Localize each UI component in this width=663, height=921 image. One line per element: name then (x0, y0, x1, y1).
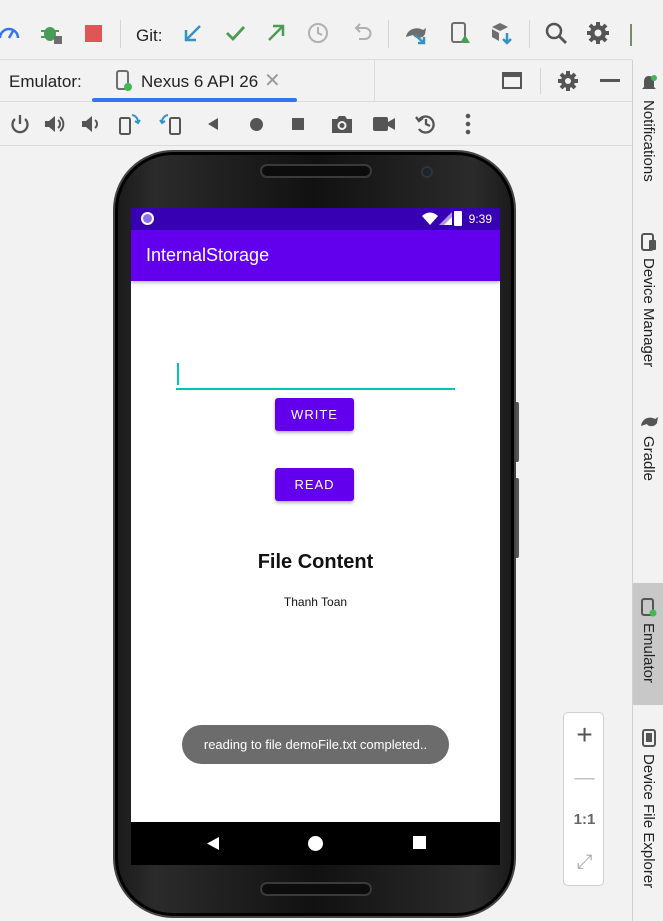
tool-label: Emulator (640, 623, 657, 684)
volume-down-icon[interactable] (78, 111, 104, 137)
device-screen[interactable]: 9:39 InternalStorage WRITE READ File Con… (131, 208, 500, 865)
notification-dot-icon (141, 212, 154, 225)
file-content-text: Thanh Toan (283, 595, 348, 609)
file-content-title: File Content (257, 551, 374, 573)
tool-gradle[interactable]: Gradle (633, 412, 663, 481)
right-tool-strip: Notifications Device Manager Gradle Emul… (632, 60, 663, 921)
tool-label: Gradle (640, 436, 657, 482)
device-file-explorer-icon (641, 729, 656, 747)
tab-nexus-6[interactable]: Nexus 6 API 26 ✕ (92, 60, 297, 102)
nav-overview-icon[interactable] (413, 836, 426, 849)
home-icon[interactable] (243, 111, 269, 137)
screenshot-icon[interactable] (329, 111, 355, 137)
close-icon[interactable]: ✕ (264, 68, 281, 93)
git-commit-icon[interactable] (222, 20, 248, 46)
tool-notifications[interactable]: Notifications (633, 74, 663, 182)
tool-device-manager[interactable]: Device Manager (633, 232, 663, 367)
zoom-in-button[interactable]: + (564, 719, 605, 751)
file-text-input[interactable] (176, 360, 455, 390)
history-icon[interactable] (305, 20, 331, 46)
tool-device-file-explorer[interactable]: Device File Explorer (633, 728, 663, 888)
gear-icon[interactable] (556, 69, 580, 98)
android-nav-bar (131, 822, 500, 865)
toolbar-separator (120, 20, 121, 48)
debug-icon[interactable] (38, 20, 64, 46)
toolbar-separator (529, 20, 530, 48)
rotate-right-icon[interactable] (158, 111, 184, 137)
device-manager-icon (640, 233, 656, 251)
gradle-sync-icon[interactable] (403, 20, 429, 46)
tool-label: Device File Explorer (640, 754, 657, 889)
zoom-out-button[interactable]: — (564, 767, 605, 790)
toast-message: reading to file demoFile.txt completed.. (182, 725, 449, 764)
avatar[interactable] (630, 24, 632, 46)
app-bar: InternalStorage (131, 230, 500, 281)
overview-icon[interactable] (285, 111, 311, 137)
emulator-controls (0, 102, 632, 146)
signal-icon (439, 212, 452, 230)
stop-icon[interactable] (80, 20, 106, 46)
window-layout-icon[interactable] (501, 71, 523, 96)
status-time: 9:39 (468, 212, 492, 226)
zoom-fit-button[interactable]: ⤢ (564, 851, 605, 874)
emulator-tab-bar: Emulator: Nexus 6 API 26 ✕ (0, 60, 632, 102)
tab-label: Nexus 6 API 26 (141, 72, 259, 91)
speaker-top (260, 164, 372, 178)
zoom-controls: + — 1:1 ⤢ (563, 712, 604, 886)
device-manager-icon[interactable] (447, 20, 473, 46)
volume-up-icon[interactable] (42, 111, 68, 137)
emulator-icon (640, 598, 656, 617)
git-label: Git: (136, 26, 163, 45)
nav-back-icon[interactable] (206, 836, 220, 856)
git-push-icon[interactable] (263, 20, 289, 46)
snapshot-icon[interactable] (413, 111, 439, 137)
app-title: InternalStorage (146, 245, 270, 265)
tab-divider (374, 60, 375, 102)
rotate-left-icon[interactable] (116, 111, 142, 137)
zoom-actual-size-button[interactable]: 1:1 (564, 811, 605, 828)
text-cursor (177, 363, 179, 385)
gradle-icon (640, 417, 658, 427)
power-icon[interactable] (7, 111, 33, 137)
toolbar-separator (388, 20, 389, 48)
tool-label: Device Manager (640, 258, 657, 368)
more-icon[interactable] (455, 111, 481, 137)
bell-icon (641, 75, 657, 89)
nav-home-icon[interactable] (308, 836, 323, 851)
read-button[interactable]: READ (275, 468, 354, 501)
write-button[interactable]: WRITE (275, 398, 354, 431)
settings-icon[interactable] (585, 20, 611, 46)
record-icon[interactable] (371, 111, 397, 137)
git-update-icon[interactable] (180, 20, 206, 46)
front-camera (421, 166, 433, 178)
main-toolbar: Git: (0, 0, 632, 60)
search-icon[interactable] (543, 20, 569, 46)
speaker-bottom (260, 882, 372, 896)
back-icon[interactable] (200, 111, 226, 137)
rollback-icon[interactable] (349, 20, 375, 46)
device-icon (115, 69, 133, 98)
toolbar-separator (540, 68, 541, 94)
tool-emulator[interactable]: Emulator (633, 583, 663, 705)
profiler-icon[interactable] (0, 20, 22, 46)
minimize-icon[interactable] (600, 79, 620, 82)
wifi-icon (422, 212, 438, 230)
tool-label: Notifications (640, 100, 657, 182)
status-bar: 9:39 (131, 208, 500, 230)
battery-icon (454, 211, 462, 226)
emulator-label: Emulator: (9, 72, 82, 91)
sdk-manager-icon[interactable] (489, 20, 515, 46)
